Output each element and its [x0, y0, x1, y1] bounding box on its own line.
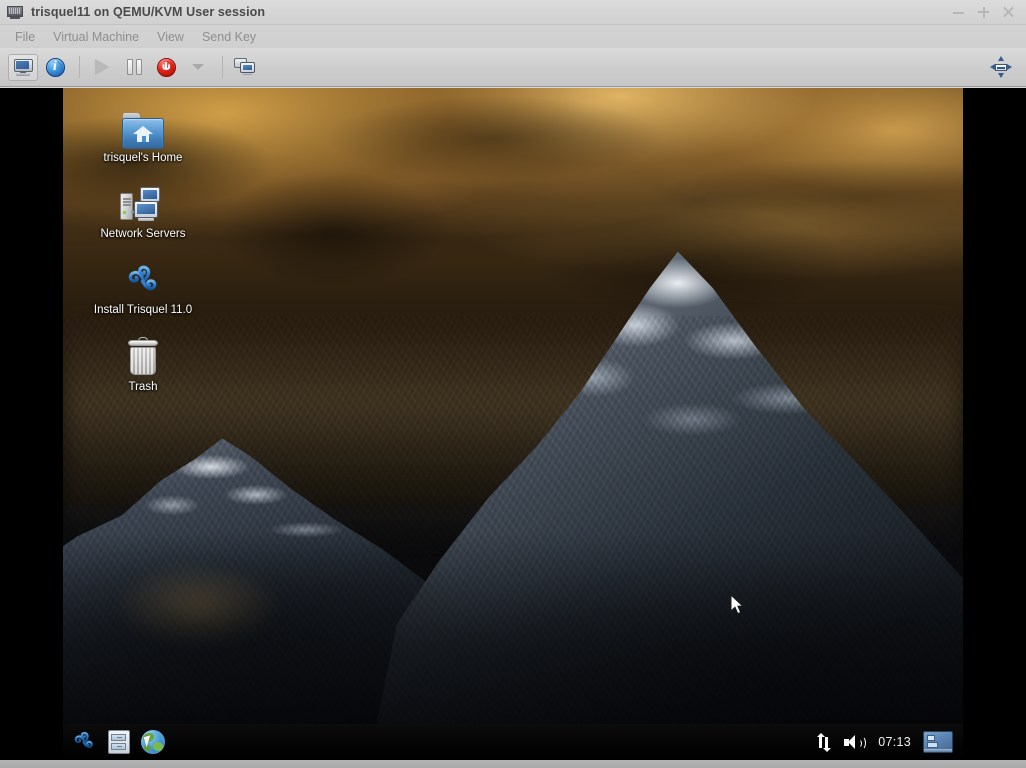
taskbar-clock[interactable]: 07:13 [878, 735, 911, 749]
resize-to-vm-button[interactable] [986, 54, 1016, 81]
menu-virtual-machine[interactable]: Virtual Machine [44, 27, 148, 47]
trisquel-installer-icon [123, 261, 163, 301]
desktop-icon-network-servers[interactable]: Network Servers [75, 179, 211, 241]
info-icon [46, 58, 65, 77]
maximize-icon[interactable] [976, 5, 991, 20]
power-icon [157, 58, 176, 77]
show-details-button[interactable] [40, 54, 70, 81]
desktop-icon-trash[interactable]: Trash [75, 332, 211, 394]
speaker-icon [844, 734, 866, 751]
toolbar [0, 48, 1026, 87]
desktop-icon-label: Network Servers [101, 228, 186, 241]
monitor-icon [14, 59, 33, 76]
desktop-icon-label: Install Trisquel 11.0 [94, 304, 192, 317]
desktop-icon-label: Trash [129, 381, 158, 394]
snapshots-icon [234, 58, 256, 76]
window-controls [951, 5, 1022, 20]
guest-desktop[interactable]: trisquel's Home Network Servers [63, 88, 963, 760]
resize-arrows-icon [990, 56, 1012, 78]
taskbar-launchers [71, 729, 165, 755]
volume-button[interactable] [844, 734, 866, 751]
shutdown-button[interactable] [151, 54, 181, 81]
shutdown-menu-button[interactable] [183, 54, 213, 81]
toolbar-separator-2 [222, 56, 223, 78]
desktop-icon-grid: trisquel's Home Network Servers [75, 103, 235, 408]
file-manager-button[interactable] [108, 730, 130, 754]
toolbar-right-group [986, 54, 1018, 81]
desktop-icon-install-trisquel[interactable]: Install Trisquel 11.0 [75, 255, 211, 317]
menu-view[interactable]: View [148, 27, 193, 47]
guest-taskbar: 07:13 [63, 724, 963, 760]
snapshots-button[interactable] [230, 54, 260, 81]
toolbar-separator-1 [79, 56, 80, 78]
virt-manager-icon [7, 6, 23, 19]
run-button[interactable] [87, 54, 117, 81]
console-view-button[interactable] [8, 54, 38, 81]
globe-browser-icon [141, 730, 165, 754]
window-title: trisquel11 on QEMU/KVM User session [31, 5, 265, 19]
window-titlebar: trisquel11 on QEMU/KVM User session [0, 0, 1026, 25]
desktop-icon-label: trisquel's Home [104, 152, 183, 165]
network-status-button[interactable] [815, 734, 832, 751]
play-icon [95, 59, 109, 75]
taskbar-tray: 07:13 [815, 731, 955, 753]
desktop-icon-home[interactable]: trisquel's Home [75, 103, 211, 165]
trisquel-logo-icon [71, 729, 97, 755]
menubar: File Virtual Machine View Send Key [0, 25, 1026, 48]
virt-manager-window: trisquel11 on QEMU/KVM User session File… [0, 0, 1026, 768]
vm-console-viewport[interactable]: trisquel's Home Network Servers [0, 88, 1026, 760]
menu-file[interactable]: File [6, 27, 44, 47]
trash-icon [126, 338, 160, 378]
pause-button[interactable] [119, 54, 149, 81]
home-folder-icon [122, 113, 164, 149]
chevron-down-icon [192, 64, 204, 70]
pause-icon [127, 59, 142, 75]
window-statusbar [0, 760, 1026, 768]
file-cabinet-icon [108, 730, 130, 754]
minimize-icon[interactable] [951, 5, 966, 20]
workspace-switcher-icon[interactable] [923, 731, 953, 753]
trisquel-menu-button[interactable] [71, 729, 97, 755]
network-updown-icon [815, 734, 832, 751]
web-browser-button[interactable] [141, 730, 165, 754]
close-icon[interactable] [1001, 5, 1016, 20]
menu-send-key[interactable]: Send Key [193, 27, 265, 47]
network-servers-icon [120, 187, 166, 225]
